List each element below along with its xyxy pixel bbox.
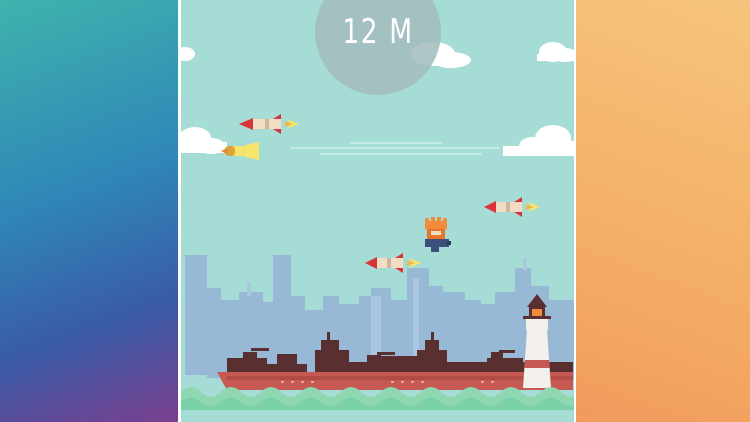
game-scene [181, 0, 574, 422]
blurred-background-left [0, 0, 181, 422]
cloud-top-left [181, 47, 195, 61]
rocket-icon [484, 197, 540, 217]
blurred-background-right [574, 0, 750, 422]
distance-counter: 12 M [342, 12, 414, 52]
rocket-icon [239, 114, 299, 134]
game-viewport[interactable]: 12 M [181, 0, 574, 422]
cloud-right [503, 125, 574, 156]
wind-streaks [290, 142, 500, 155]
cloud-top-right [537, 42, 574, 62]
sea-waves [181, 387, 574, 422]
cloud-left [181, 127, 227, 154]
jetpack-hero-icon[interactable] [425, 217, 451, 252]
